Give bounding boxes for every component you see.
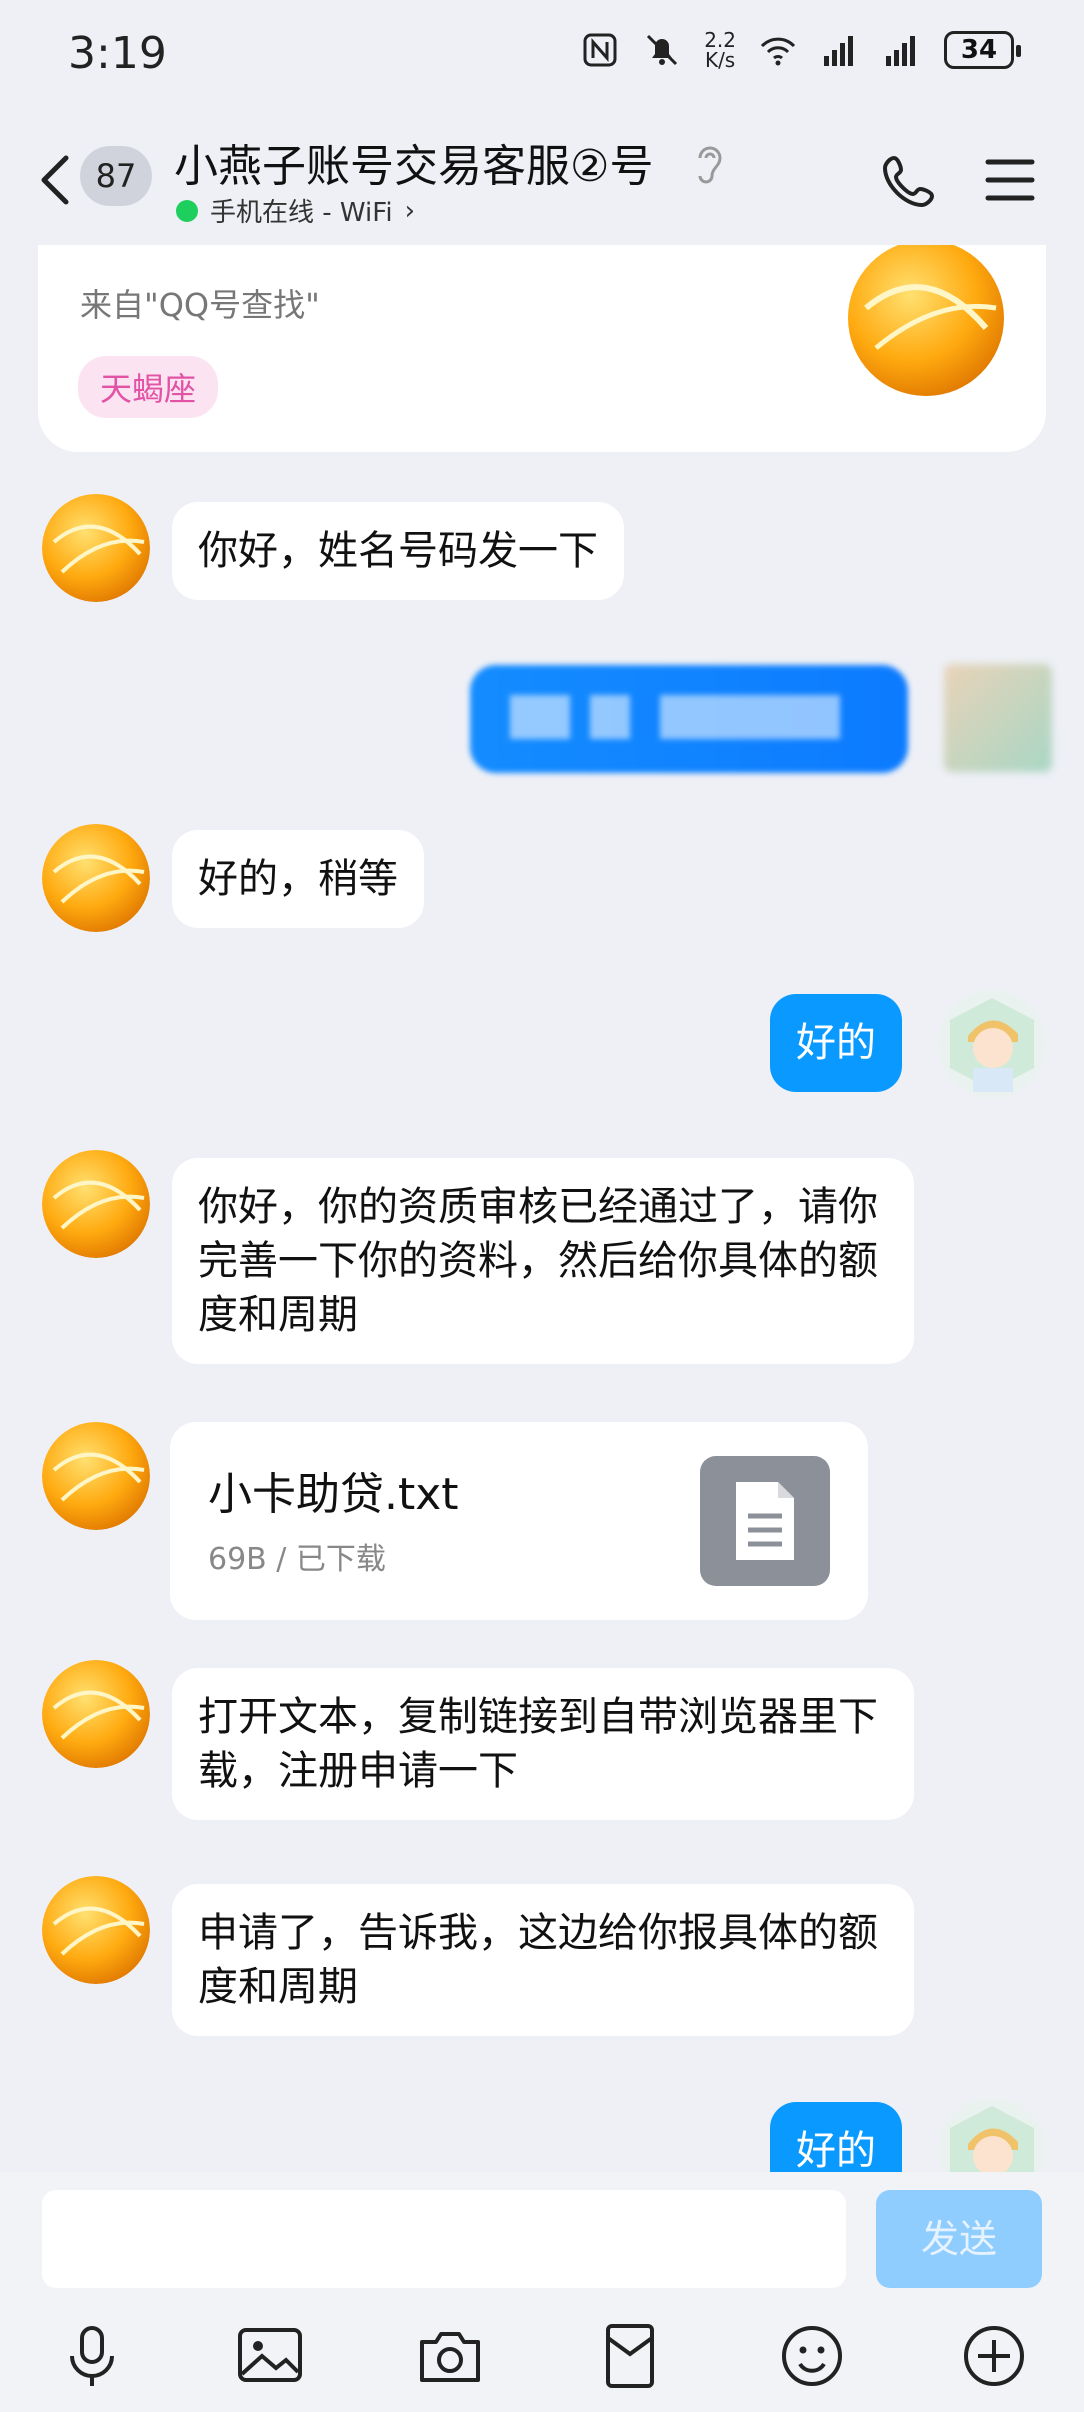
online-dot-icon [176,199,198,222]
input-bar: 发送 [0,2172,1084,2412]
contact-avatar-large[interactable] [846,238,1006,398]
status-time: 3:19 [68,28,167,79]
net-speed: 2.2 K/s [704,28,736,72]
menu-icon[interactable] [982,154,1038,206]
contact-avatar[interactable] [42,1660,150,1768]
contact-avatar[interactable] [42,1150,150,1258]
send-button[interactable]: 发送 [876,2190,1042,2288]
plus-icon[interactable] [958,2320,1030,2392]
chat-header: 87 小燕子账号交易客服②号 手机在线 - WiFi › [0,110,1084,245]
emoji-icon[interactable] [776,2320,848,2392]
nfc-icon [583,33,617,67]
zodiac-tag: 天蝎座 [78,356,219,418]
user-avatar-redacted[interactable] [944,664,1052,772]
online-status-text: 手机在线 - WiFi [210,198,393,228]
ear-icon [698,146,722,184]
online-status-row[interactable]: 手机在线 - WiFi › [176,192,415,229]
message-bubble-received[interactable]: 你好，姓名号码发一下 [172,502,624,600]
contact-avatar[interactable] [42,494,150,602]
contact-avatar[interactable] [42,1422,150,1530]
contact-avatar[interactable] [42,824,150,932]
unread-count-badge[interactable]: 87 [80,146,152,206]
red-packet-icon[interactable] [594,2320,666,2392]
message-bubble-received[interactable]: 申请了，告诉我，这边给你报具体的额度和周期 [172,1884,914,2036]
status-bar: 3:19 2.2 K/s 34 [0,0,1084,110]
bell-off-icon [647,34,678,66]
back-chevron-icon[interactable] [36,150,76,210]
message-bubble-received[interactable]: 打开文本，复制链接到自带浏览器里下载，注册申请一下 [172,1668,914,1820]
file-meta: 69B / 已下载 [208,1542,386,1577]
camera-icon[interactable] [414,2320,486,2392]
chat-title[interactable]: 小燕子账号交易客服②号 [174,130,653,194]
message-bubble-sent-redacted[interactable] [470,665,908,773]
chevron-right-icon: › [404,195,415,226]
input-toolbar [0,2312,1084,2412]
message-bubble-sent[interactable]: 好的 [770,994,902,1092]
file-name: 小卡助贷.txt [208,1469,459,1520]
signal-icon [886,36,915,66]
image-icon[interactable] [234,2320,306,2392]
file-message-card[interactable]: 小卡助贷.txt 69B / 已下载 [170,1422,868,1620]
message-input[interactable] [42,2190,846,2288]
contact-avatar[interactable] [42,1876,150,1984]
microphone-icon[interactable] [56,2320,128,2392]
battery-indicator: 34 [944,31,1021,69]
user-avatar[interactable] [938,990,1046,1098]
wifi-icon [760,37,796,66]
phone-icon[interactable] [880,150,940,210]
message-bubble-received[interactable]: 你好，你的资质审核已经通过了，请你完善一下你的资料，然后给你具体的额度和周期 [172,1158,914,1364]
message-bubble-received[interactable]: 好的，稍等 [172,830,424,928]
profile-source: 来自"QQ号查找" [80,286,320,324]
text-file-icon [700,1456,830,1586]
signal-icon [824,36,853,66]
